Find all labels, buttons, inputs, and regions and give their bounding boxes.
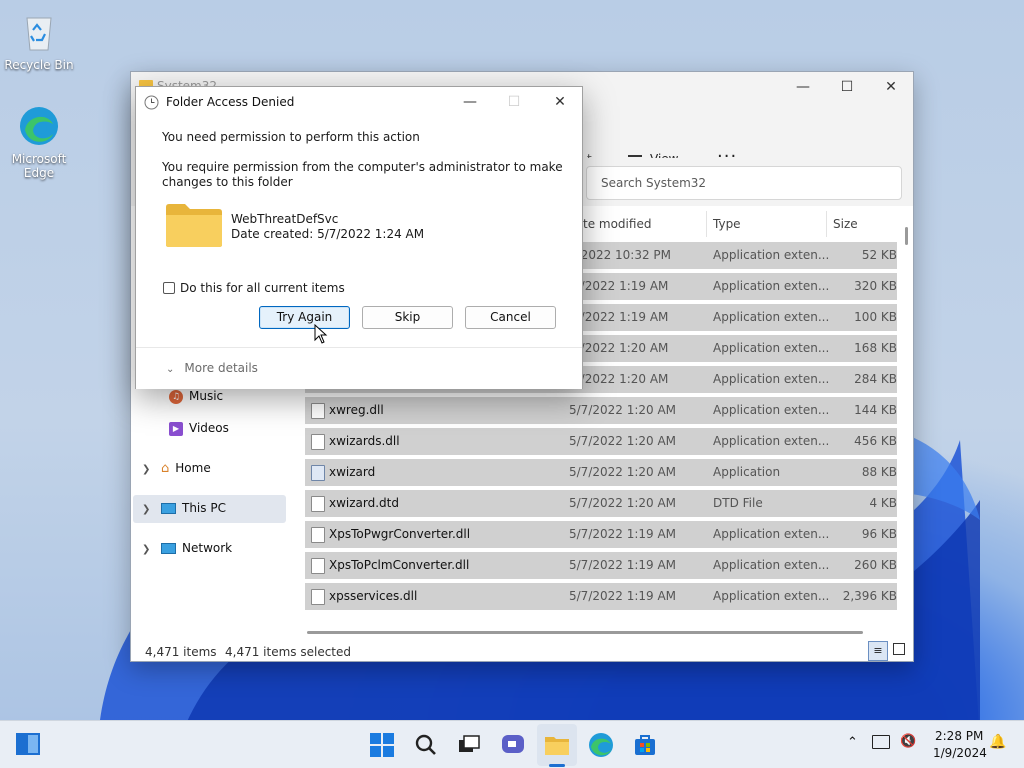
desktop-icon-recycle-bin[interactable]: Recycle Bin xyxy=(3,10,75,72)
horizontal-scrollbar[interactable] xyxy=(307,631,863,634)
table-row[interactable]: XpsToPwgrConverter.dll 5/7/2022 1:19 AM Ap… xyxy=(305,521,897,548)
desktop-icon-edge[interactable]: Microsoft Edge xyxy=(3,104,75,180)
dialog-message-line: changes to this folder xyxy=(162,175,293,189)
taskbar: ⌃ 🔇 2:28 PM 1/9/2024 🔔 xyxy=(0,720,1024,768)
network-status-icon[interactable] xyxy=(872,735,890,749)
dialog-minimize-button[interactable]: — xyxy=(450,91,490,113)
file-explorer-button[interactable] xyxy=(543,731,571,759)
chevron-right-icon[interactable]: ❯ xyxy=(142,464,150,475)
widgets-icon[interactable] xyxy=(16,733,40,755)
dll-file-icon xyxy=(311,403,325,419)
videos-icon: ▶ xyxy=(169,421,183,436)
more-details-toggle[interactable]: ⌄ More details xyxy=(166,361,258,375)
apply-to-all-label[interactable]: Do this for all current items xyxy=(180,281,345,296)
table-row[interactable]: xpsservices.dll 5/7/2022 1:19 AM Applicati… xyxy=(305,583,897,610)
folder-icon xyxy=(166,204,222,247)
chat-button[interactable] xyxy=(499,731,527,759)
active-app-indicator xyxy=(549,764,565,767)
dialog-titlebar[interactable]: Folder Access Denied — ☐ ✕ xyxy=(136,87,582,117)
search-button[interactable] xyxy=(412,731,440,759)
computer-icon xyxy=(161,503,176,514)
mouse-cursor-icon xyxy=(314,324,328,344)
folder-access-denied-dialog: Folder Access Denied — ☐ ✕ You need perm… xyxy=(135,86,583,389)
edge-taskbar-button[interactable] xyxy=(587,731,615,759)
dll-file-icon xyxy=(311,434,325,450)
column-divider xyxy=(826,211,827,237)
desktop-icon-label: Microsoft Edge xyxy=(11,152,67,180)
store-icon xyxy=(635,735,655,755)
store-button[interactable] xyxy=(631,731,659,759)
apply-to-all-checkbox[interactable] xyxy=(163,282,175,294)
clock-icon xyxy=(144,95,159,110)
sidebar-item-this-pc[interactable]: This PC xyxy=(161,501,226,515)
sidebar-item-home[interactable]: ⌂ Home xyxy=(161,461,211,476)
network-icon xyxy=(161,543,176,554)
table-row[interactable]: xwizards.dll 5/7/2022 1:20 AM Application … xyxy=(305,428,897,455)
chevron-up-icon[interactable]: ⌃ xyxy=(847,735,858,750)
close-button[interactable]: ✕ xyxy=(871,76,911,98)
home-icon: ⌂ xyxy=(161,461,170,476)
edge-icon xyxy=(20,107,58,145)
dialog-title: Folder Access Denied xyxy=(166,95,295,109)
task-view-icon xyxy=(459,735,480,752)
volume-muted-icon[interactable]: 🔇 xyxy=(900,734,916,749)
table-row[interactable]: XpsToPclmConverter.dll 5/7/2022 1:19 AM Ap… xyxy=(305,552,897,579)
dialog-maximize-button: ☐ xyxy=(507,94,521,110)
folder-name: WebThreatDefSvc xyxy=(231,212,339,226)
chevron-right-icon[interactable]: ❯ xyxy=(142,504,150,515)
skip-button[interactable]: Skip xyxy=(362,306,453,329)
tiles-view-toggle[interactable] xyxy=(893,643,905,655)
dialog-close-button[interactable]: ✕ xyxy=(540,91,580,113)
table-row[interactable]: xwizard.dtd 5/7/2022 1:20 AM DTD File 4 KB xyxy=(305,490,897,517)
dll-file-icon xyxy=(311,558,325,574)
clock-date[interactable]: 1/9/2024 xyxy=(933,746,987,760)
sidebar-item-videos[interactable]: ▶ Videos xyxy=(169,421,229,436)
chevron-right-icon[interactable]: ❯ xyxy=(142,544,150,555)
maximize-button[interactable]: ☐ xyxy=(827,76,867,98)
status-item-count: 4,471 items xyxy=(145,645,217,659)
search-icon xyxy=(415,734,436,755)
sidebar-item-network[interactable]: Network xyxy=(161,541,232,555)
minimize-button[interactable]: — xyxy=(783,76,823,98)
sidebar-item-music[interactable]: ♫ Music xyxy=(169,389,223,404)
music-icon: ♫ xyxy=(169,389,183,404)
task-view-button[interactable] xyxy=(455,731,483,759)
vertical-scrollbar[interactable] xyxy=(905,227,908,245)
table-row[interactable]: xwizard 5/7/2022 1:20 AM Application 88 KB xyxy=(305,459,897,486)
column-header-date[interactable]: te modified xyxy=(583,211,651,237)
start-button[interactable] xyxy=(368,731,396,759)
desktop-icon-label: Recycle Bin xyxy=(4,58,74,72)
details-view-toggle[interactable]: ≡ xyxy=(868,641,888,661)
dialog-message-line: You require permission from the computer… xyxy=(162,160,563,174)
column-header-type[interactable]: Type xyxy=(713,211,741,237)
dialog-heading: You need permission to perform this acti… xyxy=(162,130,420,144)
dll-file-icon xyxy=(311,527,325,543)
chevron-down-icon: ⌄ xyxy=(166,364,175,375)
chat-icon xyxy=(502,735,524,753)
column-header-size[interactable]: Size xyxy=(833,211,858,237)
application-icon xyxy=(311,465,325,481)
folder-date-created: Date created: 5/7/2022 1:24 AM xyxy=(231,227,425,241)
notifications-icon[interactable]: 🔔 xyxy=(989,734,1006,750)
cancel-button[interactable]: Cancel xyxy=(465,306,556,329)
folder-icon xyxy=(545,737,569,755)
dialog-footer: ⌄ More details xyxy=(136,347,582,389)
try-again-button[interactable]: Try Again xyxy=(259,306,350,329)
edge-icon xyxy=(589,733,613,757)
recycle-bin-icon xyxy=(26,17,52,51)
windows-logo-icon xyxy=(370,733,394,757)
dll-file-icon xyxy=(311,589,325,605)
clock-time[interactable]: 2:28 PM xyxy=(935,729,983,743)
column-divider xyxy=(706,211,707,237)
status-selected-count: 4,471 items selected xyxy=(225,645,351,659)
table-row[interactable]: xwreg.dll 5/7/2022 1:20 AM Application ext… xyxy=(305,397,897,424)
document-file-icon xyxy=(311,496,325,512)
search-input[interactable]: Search System32 xyxy=(586,166,902,200)
